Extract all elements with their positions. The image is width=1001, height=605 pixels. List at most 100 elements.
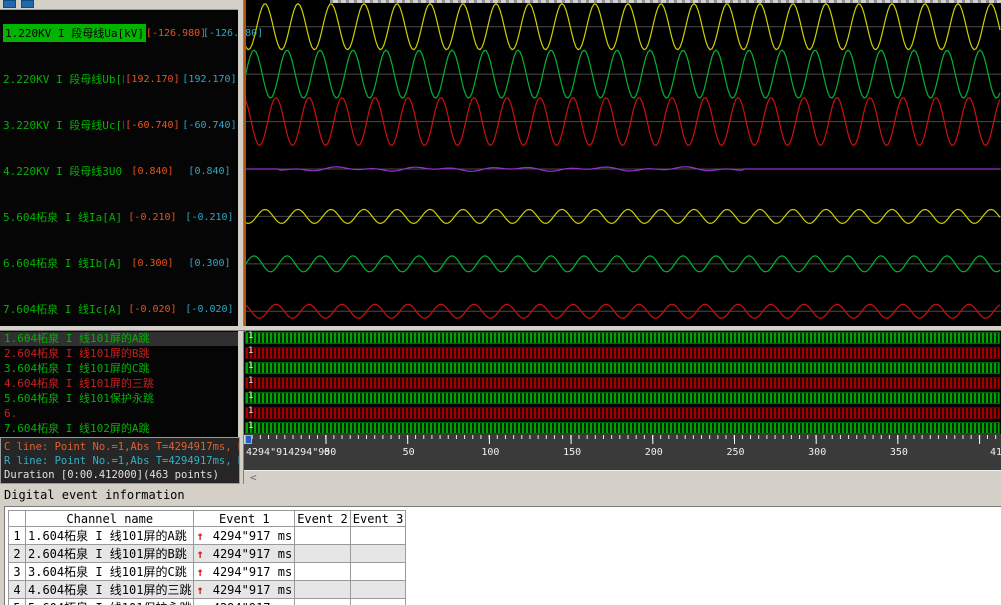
horizontal-scrollbar[interactable]: <	[244, 470, 1001, 484]
c-cursor-value: [0.840]	[124, 166, 181, 177]
event2-cell	[295, 581, 351, 599]
r-cursor-status: R line: Point No.=1,Abs T=4294917ms, Rel…	[4, 454, 236, 468]
digital-channel-row[interactable]: 2.604柘泉 I 线101屏的B跳	[0, 346, 238, 361]
row-number: 4	[9, 581, 26, 599]
digital-channel-row[interactable]: 6.	[0, 406, 238, 421]
digital-state-value: 1	[248, 376, 253, 386]
c-cursor-value: [-0.210]	[124, 212, 181, 223]
event-table-panel: Channel name Event 1 Event 2 Event 3 11.…	[4, 506, 1001, 605]
event3-cell	[350, 563, 406, 581]
event2-cell	[295, 527, 351, 545]
rising-edge-arrow-icon: ↑	[196, 565, 203, 579]
channel-name-cell: 4.604柘泉 I 线101屏的三跳	[26, 581, 194, 599]
event1-time: 4294"917 ms	[213, 601, 292, 605]
row-number: 5	[9, 599, 26, 605]
r-cursor-value: [-0.020]	[181, 304, 238, 315]
c-cursor-value: [-60.740]	[124, 120, 181, 131]
digital-channel-list: 1.604柘泉 I 线101屏的A跳2.604柘泉 I 线101屏的B跳3.60…	[0, 331, 238, 437]
event2-cell	[295, 545, 351, 563]
toolbar-button-icon[interactable]	[3, 0, 16, 8]
r-cursor-value: [0.300]	[181, 258, 238, 269]
analog-waveform-plot[interactable]	[244, 0, 1001, 332]
analog-channel-row[interactable]: 5.604柘泉 I 线Ia[A][-0.210][-0.210]	[0, 194, 238, 240]
duration-status: Duration [0:00.412000](463 points)	[4, 468, 236, 482]
ruler-time-label: 0	[317, 447, 337, 458]
analog-channel-row[interactable]: 2.220KV I 段母线Ub[kV][192.170][192.170]	[0, 56, 238, 102]
digital-channel-row[interactable]: 4.604柘泉 I 线101屏的三跳	[0, 376, 238, 391]
cursor-marker[interactable]	[245, 435, 252, 444]
event-table-row[interactable]: 55.604柘泉 I 线101保护永跳↑4294"917 ms	[9, 599, 406, 605]
digital-state-value: 1	[248, 361, 253, 371]
header-event1: Event 1	[194, 511, 295, 527]
digital-channel-row[interactable]: 1.604柘泉 I 线101屏的A跳	[0, 331, 238, 346]
analog-channel-row[interactable]: 6.604柘泉 I 线Ib[A][0.300][0.300]	[0, 240, 238, 286]
ruler-time-label: 350	[889, 447, 909, 458]
header-event3: Event 3	[350, 511, 406, 527]
toolbar	[0, 0, 238, 10]
digital-state-bar[interactable]: 1	[245, 347, 1000, 359]
digital-state-bar[interactable]: 1	[245, 407, 1000, 419]
digital-channel-row[interactable]: 7.604柘泉 I 线102屏的A跳	[0, 421, 238, 436]
event2-cell	[295, 599, 351, 605]
digital-state-bar[interactable]: 1	[245, 392, 1000, 404]
ruler-time-label: 250	[726, 447, 746, 458]
event1-cell: ↑4294"917 ms	[194, 545, 295, 563]
waveform-canvas	[244, 0, 1001, 332]
event-table-row[interactable]: 33.604柘泉 I 线101屏的C跳↑4294"917 ms	[9, 563, 406, 581]
vertical-splitter[interactable]	[238, 0, 244, 484]
header-event2: Event 2	[295, 511, 351, 527]
rising-edge-arrow-icon: ↑	[196, 583, 203, 597]
time-ruler: 4294"914294"950 41 050100150200250300350	[244, 434, 1001, 470]
digital-state-value: 1	[248, 421, 253, 431]
event1-cell: ↑4294"917 ms	[194, 599, 295, 605]
analog-channel-row[interactable]: 1.220KV I 段母线Ua[kV][-126.980][-126.980]	[0, 10, 238, 56]
event-table-row[interactable]: 22.604柘泉 I 线101屏的B跳↑4294"917 ms	[9, 545, 406, 563]
analog-channel-label: 2.220KV I 段母线Ub[kV]	[3, 71, 124, 87]
analog-channel-row[interactable]: 3.220KV I 段母线Uc[kV][-60.740][-60.740]	[0, 102, 238, 148]
event-table-row[interactable]: 44.604柘泉 I 线101屏的三跳↑ 4294"917 ms	[9, 581, 406, 599]
analog-channel-label: 7.604柘泉 I 线Ic[A]	[3, 301, 124, 317]
header-rownum	[9, 511, 26, 527]
analog-channel-row[interactable]: 4.220KV I 段母线3U0[kV][0.840][0.840]	[0, 148, 238, 194]
digital-event-table: Channel name Event 1 Event 2 Event 3 11.…	[8, 510, 406, 605]
ruler-end-label: 41	[990, 447, 1001, 458]
event-table-row[interactable]: 11.604柘泉 I 线101屏的A跳↑4294"917 ms	[9, 527, 406, 545]
event1-cell: ↑ 4294"917 ms	[194, 563, 295, 581]
r-cursor-value: [192.170]	[181, 74, 238, 85]
r-cursor-value: [0.840]	[181, 166, 238, 177]
section-title: Digital event information	[4, 488, 185, 502]
c-cursor-status: C line: Point No.=1,Abs T=4294917ms, Rel…	[4, 440, 236, 454]
cursor-line[interactable]	[244, 0, 246, 332]
analog-channel-list: 1.220KV I 段母线Ua[kV][-126.980][-126.980] 2…	[0, 0, 238, 332]
channel-name-cell: 5.604柘泉 I 线101保护永跳	[26, 599, 194, 605]
digital-state-value: 1	[248, 406, 253, 416]
digital-state-bar[interactable]: 1	[245, 362, 1000, 374]
channel-name-cell: 1.604柘泉 I 线101屏的A跳	[26, 527, 194, 545]
event2-cell	[295, 563, 351, 581]
toolbar-button-icon[interactable]	[21, 0, 34, 8]
event3-cell	[350, 581, 406, 599]
c-cursor-value: [0.300]	[124, 258, 181, 269]
analog-channel-label: 5.604柘泉 I 线Ia[A]	[3, 209, 124, 225]
event3-cell	[350, 527, 406, 545]
event1-time: 4294"917 ms	[213, 565, 292, 579]
digital-state-bar[interactable]: 1	[245, 422, 1000, 434]
ruler-time-label: 200	[644, 447, 664, 458]
digital-state-bar[interactable]: 1	[245, 332, 1000, 344]
header-channel-name: Channel name	[26, 511, 194, 527]
digital-waveform-plot[interactable]: 1 1 1 1 1 1 1	[244, 330, 1001, 434]
scroll-left-arrow-icon[interactable]: <	[250, 471, 257, 484]
event1-time: 4294"917 ms	[213, 583, 292, 597]
rising-edge-arrow-icon: ↑	[196, 529, 203, 543]
digital-channel-row[interactable]: 5.604柘泉 I 线101保护永跳	[0, 391, 238, 406]
digital-channel-row[interactable]: 3.604柘泉 I 线101屏的C跳	[0, 361, 238, 376]
analog-channel-label: 1.220KV I 段母线Ua[kV]	[3, 24, 146, 42]
event3-cell	[350, 599, 406, 605]
digital-state-bar[interactable]: 1	[245, 377, 1000, 389]
event1-time: 4294"917 ms	[213, 529, 292, 543]
analog-channel-label: 6.604柘泉 I 线Ib[A]	[3, 255, 124, 271]
oscillograph-window: 1.220KV I 段母线Ua[kV][-126.980][-126.980] 2…	[0, 0, 1001, 605]
horizontal-splitter[interactable]	[0, 326, 1001, 331]
r-cursor-value: [-60.740]	[181, 120, 238, 131]
c-cursor-value: [-126.980]	[146, 28, 203, 39]
